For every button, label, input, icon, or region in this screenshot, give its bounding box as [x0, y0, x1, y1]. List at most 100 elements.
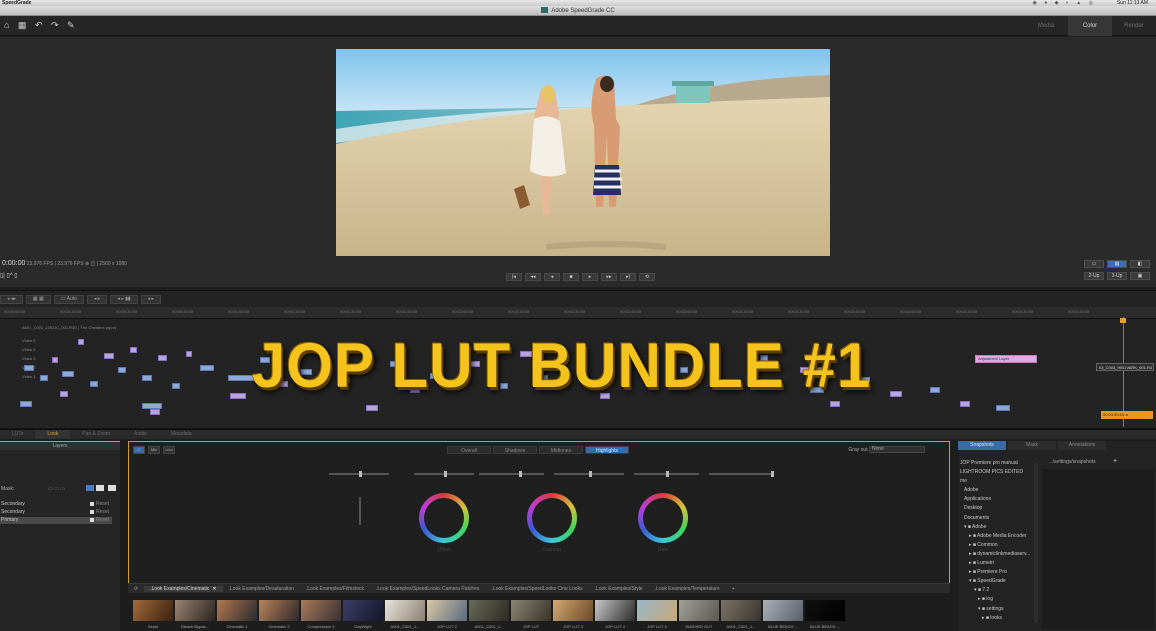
look-thumbnail[interactable]: BLUE BEACH ... [763, 600, 803, 630]
tab-midtones[interactable]: Midtones [539, 446, 583, 454]
timeline-zoom-button[interactable]: ◂ ▸ [86, 295, 108, 304]
timeline-clip[interactable] [960, 401, 970, 407]
tree-item[interactable]: ▸ ■ looks [960, 614, 1034, 623]
look-thumbnail[interactable]: A001_C001_1... [385, 600, 425, 630]
tree-item[interactable]: JOP Premiere pro manual [960, 459, 1034, 468]
look-tab-cine-looks[interactable]: .Look Examples/SpeedLooks Cine Looks [485, 586, 588, 592]
timeline-clip[interactable] [172, 383, 180, 389]
mask-add-icon[interactable] [108, 485, 116, 491]
tree-item[interactable]: ▸ ■ dynamiclinkmediaserv... [960, 550, 1034, 559]
timeline-clip[interactable] [104, 353, 114, 359]
monitor-left-controls[interactable]: ▯| ▯^ ▯ [0, 272, 18, 279]
rewind-button[interactable]: ◂◂ [525, 273, 541, 281]
tab-mask[interactable]: Mask [1008, 441, 1056, 450]
look-thumbnail[interactable]: JOP LUT 4 [595, 600, 635, 630]
tree-item[interactable]: Documents [960, 514, 1034, 523]
compare-view-button[interactable]: ◧ [1130, 260, 1150, 268]
color-mode-button[interactable]: C [133, 446, 145, 454]
timeline-clip[interactable] [90, 381, 98, 387]
play-reverse-button[interactable]: ◂ [544, 273, 560, 281]
timeline-marker-button[interactable]: ◂ ▸ ▮▮ [110, 295, 138, 304]
timeline-clip[interactable] [228, 375, 254, 381]
look-tab-cinematic[interactable]: .Look Examples/Cinematic ✕ [144, 585, 223, 592]
timeline-clip[interactable] [24, 365, 34, 371]
gain-color-wheel[interactable] [638, 493, 688, 543]
slider-knob[interactable] [771, 471, 774, 477]
tab-overall[interactable]: Overall [447, 446, 491, 454]
gray-out-select[interactable]: None [869, 446, 925, 453]
look-tab-style[interactable]: .Look Examples/Style [589, 586, 649, 592]
tab-snapshots[interactable]: Snapshots [958, 441, 1006, 450]
tab-luts[interactable]: LUTs [0, 430, 35, 439]
timeline-clip[interactable] [200, 365, 214, 371]
timeline-nav-button[interactable]: ◂ ◂▸ [0, 295, 23, 304]
slider-knob[interactable] [359, 471, 362, 477]
layer-enable-checkbox[interactable] [90, 502, 94, 506]
tree-item[interactable]: ▾ ■ SpeedGrade [960, 577, 1034, 586]
timeline-clip[interactable] [62, 371, 74, 377]
go-to-start-button[interactable]: |◂ [506, 273, 522, 281]
look-thumbnail[interactable]: WASHED OUT [679, 600, 719, 630]
tab-audio[interactable]: Audio [122, 430, 159, 439]
two-up-button[interactable]: 2-Up [1084, 272, 1104, 280]
look-thumbnail[interactable]: Cinematic 2 [259, 600, 299, 630]
timeline-auto-button[interactable]: ▭ Auto [53, 295, 84, 304]
layer-enable-checkbox[interactable] [90, 510, 94, 514]
timeline-clip[interactable] [158, 355, 167, 361]
timeline-clip[interactable] [930, 387, 940, 393]
tab-media[interactable]: Media [1024, 16, 1068, 36]
timeline-view-button[interactable]: ▦ ▦ [25, 295, 51, 304]
timeline-clip[interactable] [186, 351, 192, 357]
saturation-slider[interactable] [709, 471, 774, 477]
timeline-step-button[interactable]: ◂ ▸ [140, 295, 162, 304]
tree-item[interactable]: ▾ ■ 7.2 [960, 586, 1034, 595]
look-thumbnail[interactable]: A001_C001_1... [469, 600, 509, 630]
refresh-icon[interactable]: ⟳ [128, 586, 144, 592]
timeline-clip[interactable] [118, 367, 126, 373]
look-thumbnail[interactable]: Cinematic 1 [217, 600, 257, 630]
file-tree-scrollbar[interactable] [1034, 463, 1038, 623]
tab-shadows[interactable]: Shadows [493, 446, 537, 454]
look-thumbnail[interactable]: JOP LUT 3 [553, 600, 593, 630]
tree-item[interactable]: ▸ ■ Lumetri [960, 559, 1034, 568]
timeline-clip[interactable] [142, 375, 152, 381]
look-thumbnail[interactable]: Sepia [133, 600, 173, 630]
mask-mode-icon[interactable] [86, 485, 94, 491]
stop-button[interactable]: ■ [563, 273, 579, 281]
look-tab-camera-patches[interactable]: .Look Examples/SpeedLooks Camera Patches [370, 586, 485, 592]
toolbar-tools-icon[interactable]: ⌂ ▦ ↶ ↷ ✎ [4, 20, 78, 31]
tree-item[interactable]: Desktop [960, 504, 1034, 513]
split-view-button[interactable]: ▦ [1107, 260, 1127, 268]
timeline-clip[interactable] [366, 405, 378, 411]
fast-forward-button[interactable]: ▸▸ [601, 273, 617, 281]
timeline-clip[interactable] [60, 391, 68, 397]
close-icon[interactable]: ✕ [212, 586, 216, 592]
magenta-slider[interactable] [634, 471, 699, 477]
layer-reset[interactable]: Reset [96, 509, 109, 516]
look-tab-filmstock[interactable]: .Look Examples/Filmstock [300, 586, 370, 592]
gamma-color-wheel[interactable] [527, 493, 577, 543]
tree-item[interactable]: ▾ ■ Adobe [960, 523, 1034, 532]
tree-item[interactable]: LIGHTROOM PICS EDITED [960, 468, 1034, 477]
slider-knob[interactable] [666, 471, 669, 477]
contrast-slider[interactable] [479, 471, 544, 477]
timeline-clip[interactable] [40, 375, 48, 381]
tab-render[interactable]: Render [1112, 16, 1156, 36]
video-preview[interactable] [336, 49, 830, 256]
layer-reset[interactable]: Reset [96, 517, 109, 524]
go-to-end-button[interactable]: ▸| [620, 273, 636, 281]
slider-knob[interactable] [519, 471, 522, 477]
look-thumbnail[interactable]: JOP LUT [511, 600, 551, 630]
tab-metadata[interactable]: Metadata [159, 430, 204, 439]
three-up-button[interactable]: 3-Up [1107, 272, 1127, 280]
add-snapshot-button[interactable]: + [1113, 458, 1117, 465]
tree-item[interactable]: Applications [960, 495, 1034, 504]
input-saturation-slider[interactable] [329, 471, 389, 477]
temperature-slider[interactable] [554, 471, 624, 477]
tab-annotations[interactable]: Annotations [1058, 441, 1106, 450]
offset-color-wheel[interactable] [419, 493, 469, 543]
tree-item[interactable]: ▸ ■ Premiere Pro [960, 568, 1034, 577]
tab-color[interactable]: Color [1068, 16, 1112, 36]
tab-pan-zoom[interactable]: Pan & Zoom [70, 430, 122, 439]
snapshot-area[interactable] [1042, 469, 1154, 629]
